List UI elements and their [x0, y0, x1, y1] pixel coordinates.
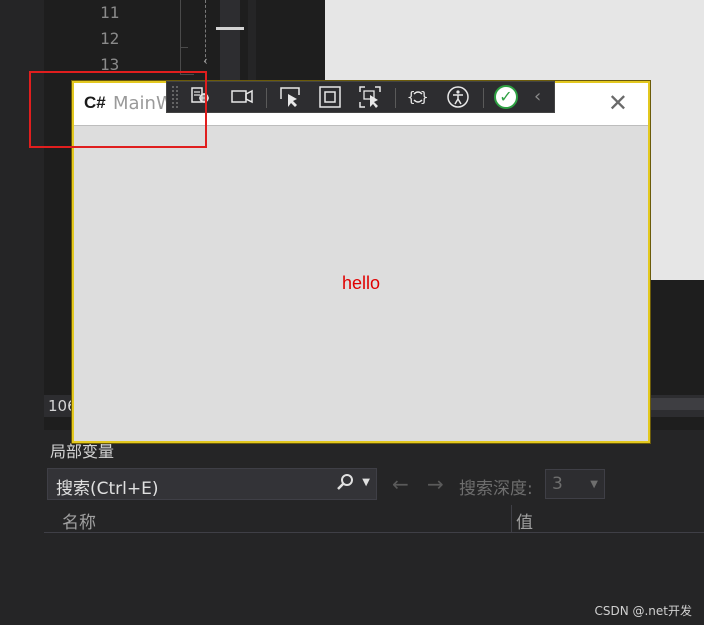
header-separator [44, 532, 704, 533]
binding-failures-icon-svg: { } [407, 90, 428, 106]
line-number: 11 [100, 3, 120, 22]
toolbar-separator [266, 88, 267, 108]
chevron-down-icon[interactable]: ▼ [362, 477, 370, 488]
editor-scrollbar-marker [216, 27, 244, 30]
indent-guide [205, 0, 206, 62]
video-camera-icon[interactable] [229, 85, 255, 109]
check-circle-icon[interactable]: ✓ [494, 85, 518, 109]
column-header-value[interactable]: 值 [516, 508, 533, 533]
locals-search-input[interactable]: 搜索(Ctrl+E) ▼ [47, 468, 377, 500]
search-depth-select[interactable]: 3 ▼ [545, 469, 605, 499]
screen: 11 12 13 ‹ 106 局部变量 搜索(Ctrl+E) ▼ ← → 搜索深… [0, 0, 704, 625]
watermark: CSDN @.net开发 [594, 604, 692, 618]
search-icon-svg [337, 474, 353, 490]
display-layout-adorners-icon-svg [319, 86, 341, 108]
accessibility-icon-svg [447, 86, 469, 108]
select-element-icon[interactable] [277, 85, 303, 109]
track-focus-icon[interactable] [357, 85, 383, 109]
chevron-down-icon: ▼ [590, 479, 598, 490]
video-camera-icon-svg [231, 89, 253, 104]
close-icon[interactable]: ✕ [608, 89, 628, 117]
hello-text: hello [341, 273, 381, 293]
fold-guide-line [180, 0, 181, 75]
search-icon[interactable] [336, 473, 354, 496]
line-number: 12 [100, 29, 120, 48]
track-focus-icon-svg [359, 86, 381, 108]
column-divider[interactable] [511, 505, 512, 532]
highlight-annotation [29, 71, 207, 148]
column-header-name[interactable]: 名称 [62, 508, 96, 533]
toolbar-separator [395, 88, 396, 108]
search-placeholder: 搜索(Ctrl+E) [56, 479, 159, 499]
horizontal-scrollbar[interactable] [650, 398, 704, 410]
app-content-area: hello [74, 126, 648, 441]
xaml-runtime-toolbar: { } ✓ ‹ [166, 81, 555, 113]
search-depth-label: 搜索深度: [459, 479, 533, 499]
binding-failures-icon[interactable]: { } [405, 85, 431, 109]
collapse-chevron-icon[interactable]: ‹ [203, 54, 208, 68]
select-element-icon-svg [280, 87, 300, 107]
accessibility-icon[interactable] [445, 85, 471, 109]
back-arrow-icon[interactable]: ← [392, 472, 409, 496]
line-number-gutter: 11 12 13 [100, 0, 140, 78]
locals-panel [44, 430, 704, 625]
fold-guide-tick [180, 47, 188, 48]
display-layout-adorners-icon[interactable] [317, 85, 343, 109]
toolbar-separator [483, 88, 484, 108]
forward-arrow-icon[interactable]: → [427, 472, 444, 496]
search-depth-value: 3 [552, 474, 563, 494]
collapse-chevron-icon[interactable]: ‹ [534, 85, 541, 109]
svg-text:{: { [407, 90, 415, 106]
